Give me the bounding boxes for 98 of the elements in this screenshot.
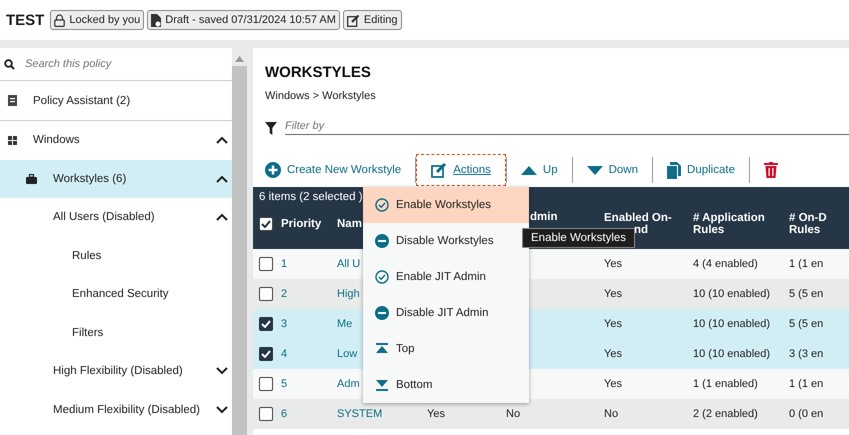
edit-icon xyxy=(431,162,448,178)
tree-item[interactable]: Filters xyxy=(0,314,232,352)
table-cell: 1 xyxy=(281,258,288,270)
name-link[interactable]: High xyxy=(337,288,360,300)
search-input[interactable]: Search this policy xyxy=(23,57,227,71)
table-cell: 2 (2 enabled) xyxy=(693,408,758,420)
item-count: 6 items (2 selected ) xyxy=(258,190,364,203)
checkbox[interactable] xyxy=(259,347,273,361)
checkbox[interactable] xyxy=(259,287,273,301)
table-cell: No xyxy=(506,408,520,420)
create-button[interactable]: Create New Workstyle xyxy=(265,158,416,182)
tree-item[interactable]: Rules xyxy=(0,236,232,275)
menu-item[interactable]: Top xyxy=(363,331,529,367)
plus-circle-icon xyxy=(265,162,281,178)
table-cell: 5 xyxy=(281,378,288,390)
tree-item[interactable]: Enhanced Security xyxy=(0,275,232,314)
menu-item[interactable]: Enable JIT Admin xyxy=(363,259,529,295)
table-cell: 1 (1 en xyxy=(789,378,824,390)
chevron-up-icon[interactable] xyxy=(216,136,228,144)
table-cell: 4 (4 enabled) xyxy=(693,258,758,270)
column-header[interactable]: Nam xyxy=(337,218,362,230)
actions-button[interactable]: Actions xyxy=(416,154,506,186)
column-header[interactable]: # On-D Rules xyxy=(789,212,849,236)
move-top-icon xyxy=(375,343,389,355)
chevron-down-icon[interactable] xyxy=(216,406,228,414)
tree-item[interactable]: High Flexibility (Disabled) xyxy=(0,352,232,390)
table-cell: 4 xyxy=(281,348,288,360)
trash-icon xyxy=(764,162,778,178)
table-cell: 10 (10 enabled) xyxy=(693,318,770,330)
table-cell: Yes xyxy=(604,288,622,300)
table-cell: Yes xyxy=(427,408,445,420)
checkbox[interactable] xyxy=(259,407,273,421)
name-link[interactable]: SYSTEM xyxy=(337,408,382,420)
table-cell: 10 (10 enabled) xyxy=(693,288,770,300)
tree-item[interactable]: Workstyles (6) xyxy=(0,160,232,198)
table-cell: 1 (1 enabled) xyxy=(693,378,758,390)
table-cell: 0 (0 en xyxy=(789,408,824,420)
chevron-up-icon[interactable] xyxy=(216,174,228,183)
table-cell: Yes xyxy=(604,318,622,330)
checkbox[interactable] xyxy=(259,377,273,391)
menu-item[interactable]: Enable Workstyles xyxy=(363,187,529,223)
down-button[interactable]: Down xyxy=(572,160,652,180)
search-icon xyxy=(4,58,15,70)
table-cell: 5 (5 en xyxy=(789,318,824,330)
policy-title: TEST xyxy=(6,12,44,28)
minus-circle-icon xyxy=(375,234,389,248)
up-button[interactable]: Up xyxy=(506,160,572,180)
page-title: WORKSTYLES xyxy=(265,64,372,81)
briefcase-icon xyxy=(26,174,37,184)
table-cell: 3 (3 en xyxy=(789,348,824,360)
badge-label: Locked by you xyxy=(69,14,140,26)
checkbox[interactable] xyxy=(259,317,273,331)
table-cell: Yes xyxy=(604,348,622,360)
table-cell: Yes xyxy=(604,258,622,270)
name-link[interactable]: All U xyxy=(337,258,360,270)
table-cell: 1 (1 en xyxy=(789,258,824,270)
table-cell: 5 (5 en xyxy=(789,288,824,300)
table-cell: 6 xyxy=(281,408,288,420)
badge-label: Draft - saved 07/31/2024 10:57 AM xyxy=(165,14,336,26)
windows-icon xyxy=(8,136,17,145)
scrollbar[interactable] xyxy=(232,48,247,435)
check-circle-icon xyxy=(375,270,389,284)
tooltip: Enable Workstyles xyxy=(522,228,636,248)
column-header[interactable]: Priority xyxy=(281,218,322,230)
badge-label: Editing xyxy=(364,14,398,26)
triangle-down-icon xyxy=(586,166,603,174)
tree-item[interactable]: Policy Assistant (2) xyxy=(0,81,232,121)
checkbox[interactable] xyxy=(259,217,273,231)
table-cell: 10 (10 enabled) xyxy=(693,348,770,360)
triangle-up-icon xyxy=(520,166,537,174)
check-circle-icon xyxy=(375,198,389,212)
checkbox[interactable] xyxy=(259,257,273,271)
tree-item[interactable]: Medium Flexibility (Disabled) xyxy=(0,390,232,429)
filter-field[interactable]: Filter by xyxy=(285,118,849,135)
edit-icon xyxy=(346,14,360,26)
tree-item[interactable]: Windows xyxy=(0,121,232,160)
table-cell: 2 xyxy=(281,288,288,300)
menu-item[interactable]: Disable JIT Admin xyxy=(363,295,529,331)
table-cell: Yes xyxy=(604,378,622,390)
document-icon xyxy=(151,14,162,26)
column-header[interactable]: # Application Rules xyxy=(693,212,789,236)
name-link[interactable]: Me xyxy=(337,318,352,330)
name-link[interactable]: Adm xyxy=(337,378,360,390)
chevron-up-icon[interactable] xyxy=(216,213,228,222)
name-link[interactable]: Low xyxy=(337,348,358,360)
clipboard-icon xyxy=(8,95,17,106)
menu-item[interactable]: Bottom xyxy=(363,367,529,403)
table-cell: No xyxy=(604,408,618,420)
duplicate-button[interactable]: Duplicate xyxy=(653,158,749,182)
breadcrumb: Windows > Workstyles xyxy=(265,90,377,102)
table-cell: 3 xyxy=(281,318,288,330)
filter-icon xyxy=(265,122,277,135)
move-bottom-icon xyxy=(375,379,389,391)
chevron-down-icon[interactable] xyxy=(216,367,228,376)
tree-item[interactable]: All Users (Disabled) xyxy=(0,198,232,236)
copy-icon xyxy=(667,162,682,178)
lock-icon xyxy=(54,14,66,26)
minus-circle-icon xyxy=(375,306,389,320)
